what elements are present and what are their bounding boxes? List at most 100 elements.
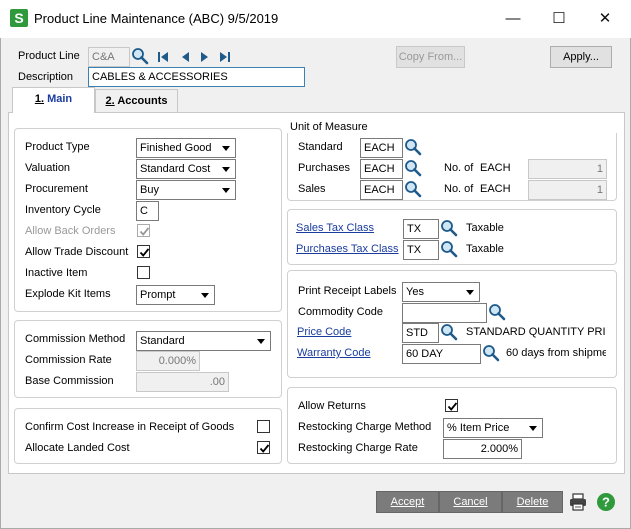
sales-uom-lookup-icon[interactable] bbox=[404, 180, 422, 198]
sales-conversion-input[interactable]: 1 bbox=[528, 180, 607, 200]
purchases-tax-class-input[interactable]: TX bbox=[403, 240, 439, 260]
base-commission-label: Base Commission bbox=[25, 375, 114, 387]
purchases-no-of-label: No. of bbox=[444, 162, 474, 174]
warranty-code-description: 60 days from shipme bbox=[506, 347, 606, 359]
checkmark-icon bbox=[139, 227, 150, 236]
price-code-link[interactable]: Price Code bbox=[297, 326, 351, 338]
sage-app-icon: S bbox=[10, 9, 28, 27]
unit-of-measure-heading: Unit of Measure bbox=[290, 121, 368, 133]
checkmark-icon bbox=[259, 444, 270, 453]
price-code-input[interactable]: STD bbox=[402, 323, 439, 343]
purchases-tax-class-lookup-icon[interactable] bbox=[440, 240, 458, 258]
inventory-cycle-label: Inventory Cycle bbox=[25, 204, 101, 216]
purchases-no-of-unit: EACH bbox=[480, 162, 511, 174]
maximize-button[interactable]: ☐ bbox=[536, 4, 582, 34]
warranty-code-link[interactable]: Warranty Code bbox=[297, 347, 371, 359]
tab-accounts-label: Accounts bbox=[117, 95, 168, 107]
accept-button[interactable]: Accept bbox=[376, 491, 439, 513]
first-record-icon[interactable] bbox=[156, 50, 170, 64]
commission-rate-input[interactable]: 0.000% bbox=[136, 351, 200, 371]
standard-uom-input[interactable]: EACH bbox=[360, 138, 403, 158]
commodity-code-label: Commodity Code bbox=[298, 306, 383, 318]
allocate-landed-cost-checkbox[interactable] bbox=[257, 441, 270, 454]
allow-trade-discount-label: Allow Trade Discount bbox=[25, 246, 129, 258]
product-type-select[interactable]: Finished Good bbox=[136, 138, 236, 158]
sales-tax-class-input[interactable]: TX bbox=[403, 219, 439, 239]
price-code-lookup-icon[interactable] bbox=[440, 323, 458, 341]
purchases-tax-class-description: Taxable bbox=[466, 243, 504, 255]
sales-tax-class-link[interactable]: Sales Tax Class bbox=[296, 222, 374, 234]
procurement-value: Buy bbox=[140, 184, 159, 196]
minimize-button[interactable]: — bbox=[490, 4, 536, 34]
chevron-down-icon bbox=[222, 188, 230, 193]
printer-icon[interactable] bbox=[568, 492, 588, 512]
next-record-icon[interactable] bbox=[198, 50, 212, 64]
commodity-code-input[interactable] bbox=[402, 303, 487, 323]
restocking-charge-method-value: % Item Price bbox=[447, 422, 510, 434]
purchases-uom-input[interactable]: EACH bbox=[360, 159, 403, 179]
previous-record-icon[interactable] bbox=[178, 50, 192, 64]
commission-method-label: Commission Method bbox=[25, 333, 126, 345]
allow-returns-checkbox[interactable] bbox=[445, 399, 458, 412]
chevron-down-icon bbox=[222, 146, 230, 151]
checkmark-icon bbox=[447, 402, 458, 411]
product-type-value: Finished Good bbox=[140, 142, 212, 154]
valuation-select[interactable]: Standard Cost bbox=[136, 159, 236, 179]
allocate-landed-cost-label: Allocate Landed Cost bbox=[25, 442, 130, 454]
purchases-conversion-input[interactable]: 1 bbox=[528, 159, 607, 179]
apply-button[interactable]: Apply... bbox=[550, 46, 612, 68]
sales-uom-input[interactable]: EACH bbox=[360, 180, 403, 200]
standard-uom-lookup-icon[interactable] bbox=[404, 138, 422, 156]
restocking-charge-rate-input[interactable]: 2.000% bbox=[443, 439, 522, 459]
restocking-charge-method-select[interactable]: % Item Price bbox=[443, 418, 543, 438]
cancel-label: Cancel bbox=[453, 496, 488, 508]
close-button[interactable]: ✕ bbox=[582, 4, 628, 34]
warranty-code-input[interactable]: 60 DAY bbox=[402, 344, 481, 364]
last-record-icon[interactable] bbox=[218, 50, 232, 64]
inventory-cycle-input[interactable]: C bbox=[136, 201, 159, 221]
sales-no-of-label: No. of bbox=[444, 183, 474, 195]
inactive-item-checkbox[interactable] bbox=[137, 266, 150, 279]
print-receipt-labels-value: Yes bbox=[406, 286, 424, 298]
procurement-select[interactable]: Buy bbox=[136, 180, 236, 200]
valuation-label: Valuation bbox=[25, 162, 71, 174]
product-type-label: Product Type bbox=[25, 141, 90, 153]
tab-main-label: Main bbox=[47, 93, 73, 105]
allow-back-orders-checkbox[interactable] bbox=[137, 224, 150, 237]
copy-from-button[interactable]: Copy From... bbox=[396, 46, 465, 68]
description-input[interactable]: CABLES & ACCESSORIES bbox=[88, 67, 305, 87]
product-line-label: Product Line bbox=[18, 50, 80, 62]
inactive-item-label: Inactive Item bbox=[25, 267, 88, 279]
chevron-down-icon bbox=[529, 426, 537, 431]
purchases-uom-lookup-icon[interactable] bbox=[404, 159, 422, 177]
tab-main-front[interactable]: 1. Main bbox=[12, 87, 95, 113]
purchases-tax-class-link[interactable]: Purchases Tax Class bbox=[296, 243, 399, 255]
delete-label: Delete bbox=[516, 496, 549, 508]
commission-method-select[interactable]: Standard bbox=[136, 331, 271, 351]
commodity-code-lookup-icon[interactable] bbox=[488, 303, 506, 321]
chevron-down-icon bbox=[257, 339, 265, 344]
explode-kit-items-select[interactable]: Prompt bbox=[136, 285, 215, 305]
product-line-input[interactable]: C&A bbox=[88, 47, 130, 67]
help-icon[interactable]: ? bbox=[596, 492, 616, 512]
valuation-value: Standard Cost bbox=[140, 163, 211, 175]
sales-tax-class-lookup-icon[interactable] bbox=[440, 219, 458, 237]
cancel-button[interactable]: Cancel bbox=[439, 491, 502, 513]
warranty-code-lookup-icon[interactable] bbox=[482, 344, 500, 362]
description-label: Description bbox=[18, 71, 74, 83]
base-commission-input[interactable]: .00 bbox=[136, 372, 229, 392]
tab-accounts[interactable]: 2. Accounts bbox=[95, 89, 178, 113]
allow-returns-label: Allow Returns bbox=[298, 400, 366, 412]
allow-trade-discount-checkbox[interactable] bbox=[137, 245, 150, 258]
svg-text:?: ? bbox=[602, 495, 610, 510]
restocking-charge-rate-label: Restocking Charge Rate bbox=[298, 442, 418, 454]
commission-method-value: Standard bbox=[140, 335, 185, 347]
print-receipt-labels-select[interactable]: Yes bbox=[402, 282, 480, 302]
explode-kit-items-label: Explode Kit Items bbox=[25, 288, 111, 300]
confirm-cost-increase-checkbox[interactable] bbox=[257, 420, 270, 433]
product-line-lookup-icon[interactable] bbox=[131, 47, 149, 65]
accept-label: Accept bbox=[390, 496, 425, 508]
delete-button[interactable]: Delete bbox=[502, 491, 563, 513]
confirm-cost-increase-label: Confirm Cost Increase in Receipt of Good… bbox=[25, 421, 235, 433]
sales-tax-class-description: Taxable bbox=[466, 222, 504, 234]
